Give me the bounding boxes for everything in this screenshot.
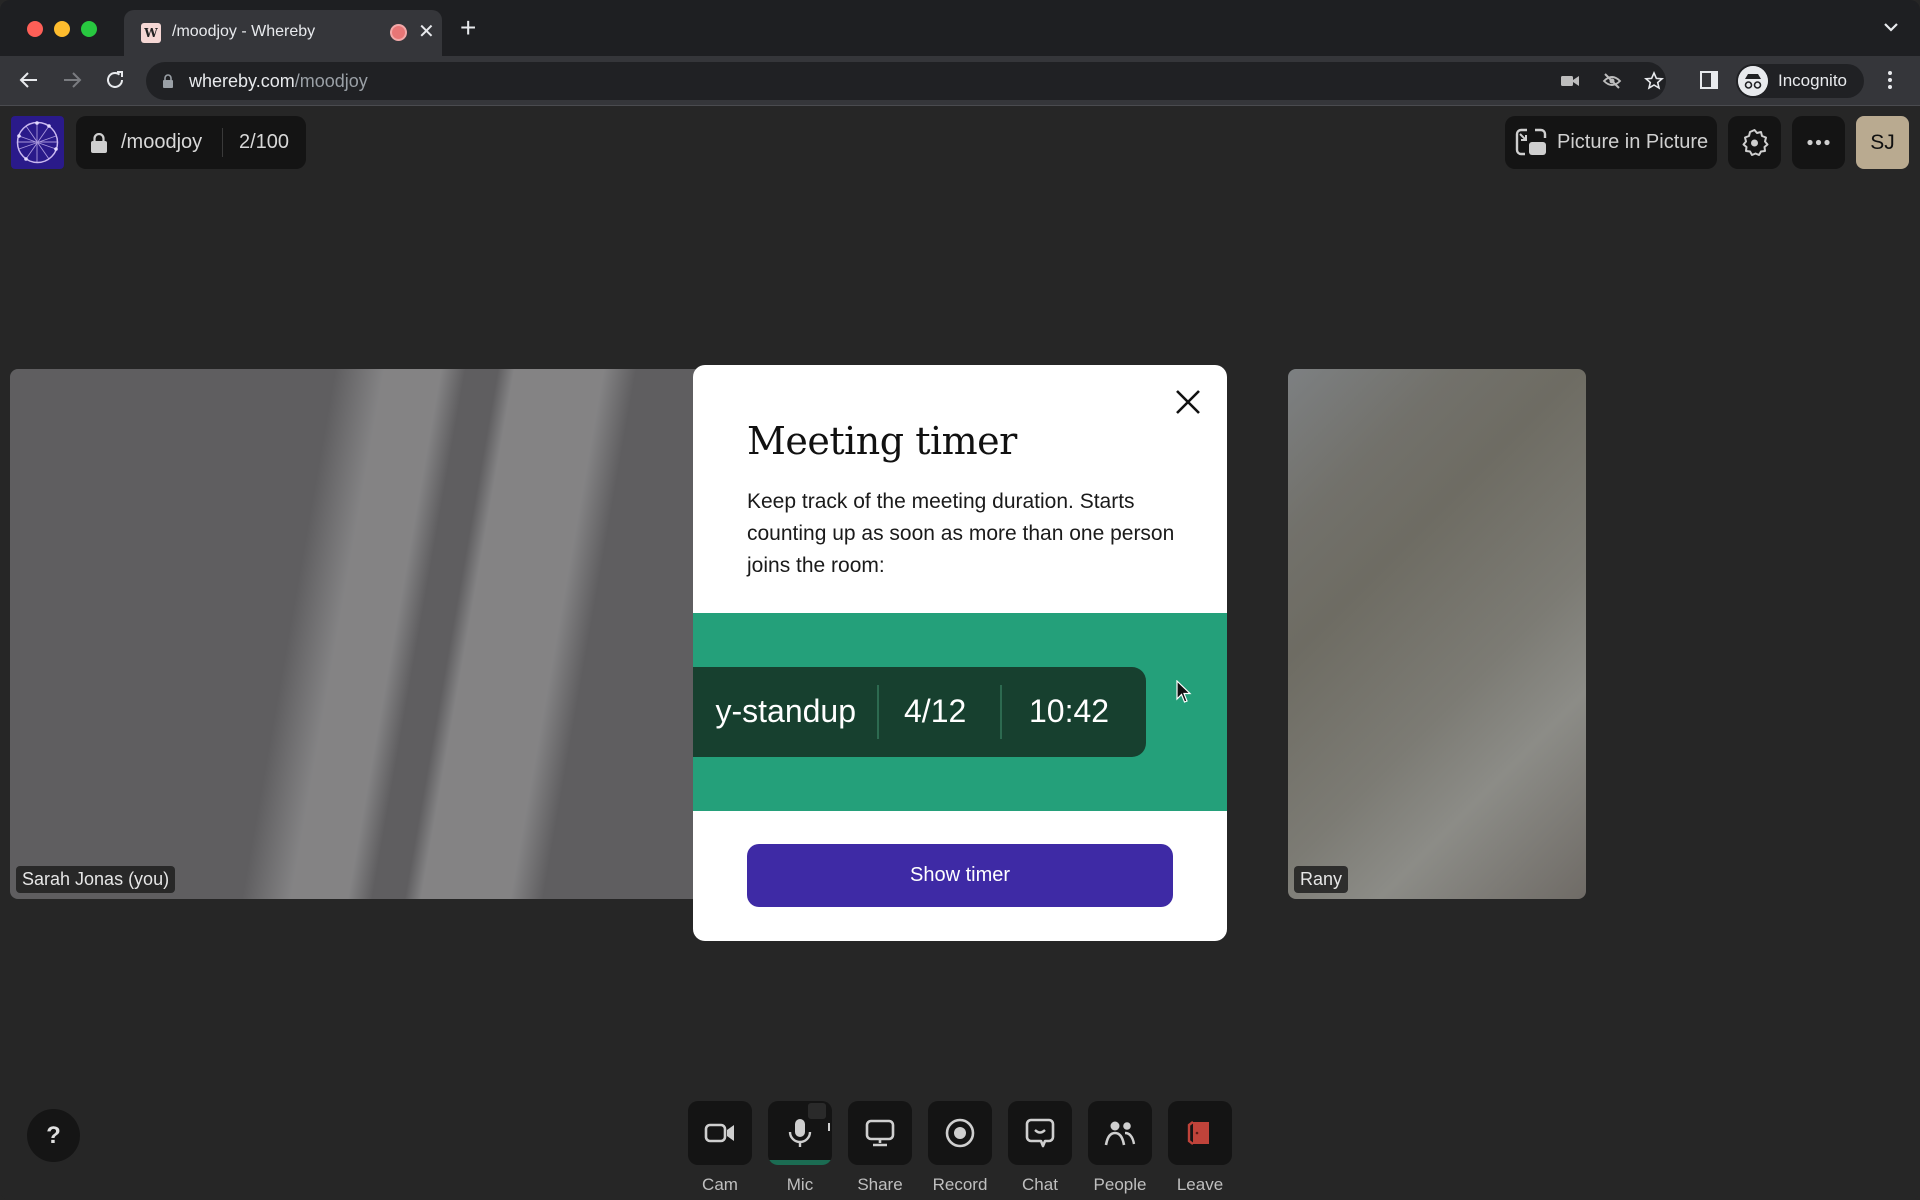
leave-button-box [1168,1101,1232,1165]
profile-label: Incognito [1778,71,1847,90]
share-button-box [848,1101,912,1165]
camera-icon [704,1123,734,1143]
people-icon [1104,1121,1136,1146]
url-host: whereby.com [189,71,295,91]
window-close-button[interactable] [27,21,43,37]
tab-search-chevron-icon[interactable] [1882,18,1900,36]
divider [1000,685,1002,739]
chat-label: Chat [1022,1175,1058,1194]
dialog-title: Meeting timer [747,419,1017,463]
video-tile-self[interactable]: Sarah Jonas (you) [10,369,730,899]
record-icon [945,1118,975,1148]
help-button[interactable]: ? [27,1109,80,1162]
tab-title: /moodjoy - Whereby [172,23,316,40]
preview-elapsed-time: 10:42 [1029,693,1110,729]
mic-button-box [768,1101,832,1165]
preview-participant-count: 4/12 [904,693,967,729]
leave-label: Leave [1176,1175,1224,1194]
tab-strip: W /moodjoy - Whereby ✕ + [0,0,1920,56]
share-button[interactable]: Share [848,1101,912,1194]
dialog-description: Keep track of the meeting duration. Star… [747,490,1175,577]
meeting-timer-dialog: Meeting timer Keep track of the meeting … [693,365,1227,941]
lock-icon [163,74,173,88]
back-arrow-icon[interactable] [17,68,41,92]
leave-button[interactable]: Leave [1168,1101,1232,1194]
forward-arrow-icon[interactable] [60,68,84,92]
close-icon[interactable] [1173,387,1203,417]
room-lock-icon [91,133,107,153]
more-horizontal-icon [1807,139,1830,146]
tab-close-icon[interactable]: ✕ [418,20,435,44]
picture-in-picture-icon [1515,128,1547,156]
participant-name-label: Sarah Jonas (you) [16,866,176,893]
whereby-favicon-icon: W [141,23,161,43]
record-button-box [928,1101,992,1165]
window-minimize-button[interactable] [54,21,70,37]
chat-button-box [1008,1101,1072,1165]
recording-indicator-icon [390,24,407,41]
microphone-icon [788,1119,812,1147]
record-button[interactable]: Record [928,1101,992,1194]
mic-level-indicator [768,1160,832,1165]
people-label: People [1093,1175,1147,1194]
address-bar[interactable]: whereby.com/moodjoy [146,62,1666,100]
reload-icon[interactable] [103,68,127,92]
incognito-icon [1738,66,1768,96]
audio-bars-icon [828,1123,830,1131]
divider [222,128,223,157]
cam-button-box [688,1101,752,1165]
url-path: /moodjoy [294,71,368,91]
show-timer-button[interactable]: Show timer [747,844,1173,907]
browser-toolbar: whereby.com/moodjoy Incognito [0,56,1920,106]
participant-name-label: Rany [1294,866,1349,893]
chat-button[interactable]: Chat [1008,1101,1072,1194]
window-zoom-button[interactable] [81,21,97,37]
video-tile-participant[interactable]: Rany [1288,369,1586,899]
new-tab-button[interactable]: + [460,14,476,42]
participant-count: 2/100 [239,131,290,153]
pip-label: Picture in Picture [1557,131,1709,153]
picture-in-picture-button[interactable]: Picture in Picture [1505,116,1717,169]
eye-slash-icon[interactable] [1602,71,1622,91]
settings-button[interactable] [1728,116,1781,169]
url-text: whereby.com/moodjoy [189,71,368,92]
share-label: Share [857,1175,903,1194]
browser-window: W /moodjoy - Whereby ✕ + whereby.com/moo… [0,0,1920,1200]
screen-share-icon [865,1119,895,1147]
bookmark-star-icon[interactable] [1644,71,1664,91]
room-logo [11,116,64,169]
people-button[interactable]: People [1088,1101,1152,1194]
incognito-profile-button[interactable]: Incognito [1736,64,1864,98]
mic-label: Mic [786,1175,814,1194]
divider [877,685,879,739]
cam-label: Cam [702,1175,738,1194]
side-panel-icon[interactable] [1699,70,1719,90]
user-avatar[interactable]: SJ [1856,116,1909,169]
gear-icon [1742,129,1769,156]
room-info-bar[interactable]: /moodjoy 2/100 [76,116,306,169]
record-label: Record [932,1175,988,1194]
more-options-button[interactable] [1792,116,1845,169]
mouse-cursor-icon [1176,680,1192,703]
mic-button[interactable]: Mic [768,1101,832,1194]
timer-preview: y-standup 4/12 10:42 [693,613,1227,811]
cam-button[interactable]: Cam [688,1101,752,1194]
preview-room-name: y-standup [715,693,856,729]
timer-preview-pill: y-standup 4/12 10:42 [693,667,1146,757]
chat-icon [1025,1118,1055,1148]
browser-menu-icon[interactable] [1884,68,1896,92]
people-button-box [1088,1101,1152,1165]
door-icon [1187,1121,1209,1145]
camera-in-use-icon[interactable] [1560,71,1580,91]
browser-tab[interactable]: W /moodjoy - Whereby ✕ [124,10,442,56]
room-name: /moodjoy [121,131,203,153]
globe-network-icon [16,121,59,164]
audio-level-badge [808,1103,830,1131]
